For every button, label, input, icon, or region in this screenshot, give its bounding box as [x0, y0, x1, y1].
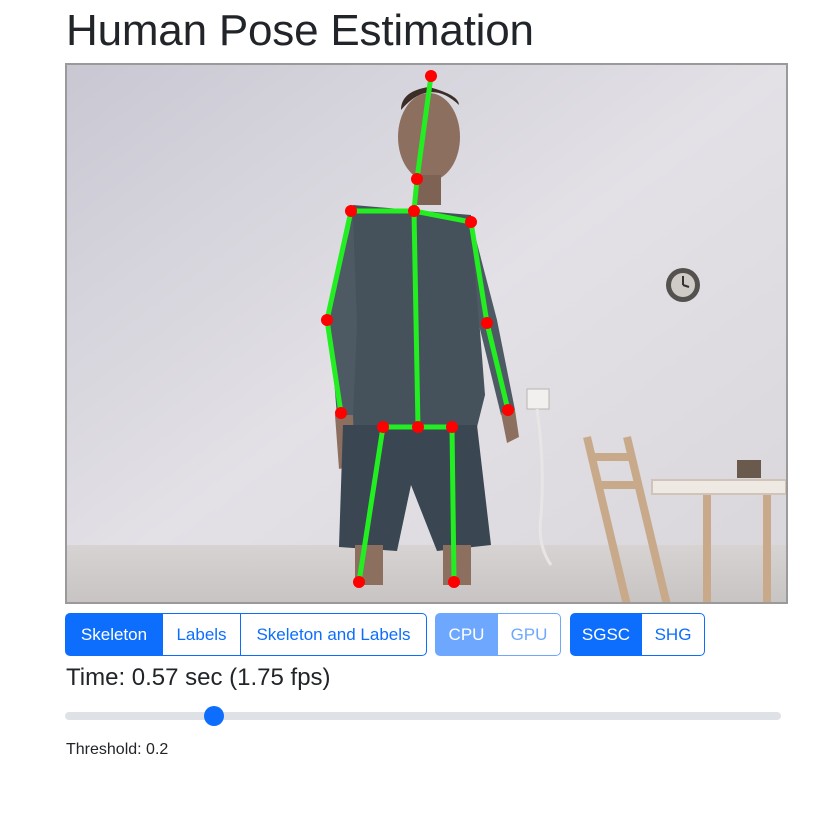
- floor: [67, 545, 786, 602]
- threshold-slider-track[interactable]: [65, 712, 781, 720]
- skeleton-and-labels-button[interactable]: Skeleton and Labels: [240, 613, 427, 656]
- device-group: CPU GPU: [435, 613, 561, 656]
- view-mode-group: Skeleton Labels Skeleton and Labels: [65, 613, 427, 656]
- labels-button[interactable]: Labels: [162, 613, 241, 656]
- skeleton-button[interactable]: Skeleton: [65, 613, 163, 656]
- shg-button[interactable]: SHG: [641, 613, 705, 656]
- model-group: SGSC SHG: [570, 613, 705, 656]
- small-object: [737, 460, 761, 478]
- gpu-button[interactable]: GPU: [497, 613, 561, 656]
- pose-overlay: [67, 65, 786, 602]
- timing-readout: Time: 0.57 sec (1.75 fps): [66, 664, 331, 691]
- wall-clock-icon: [666, 268, 700, 302]
- threshold-slider-thumb[interactable]: [204, 706, 224, 726]
- camera-feed: [65, 63, 788, 604]
- threshold-label: Threshold: 0.2: [66, 741, 169, 758]
- sgsc-button[interactable]: SGSC: [570, 613, 642, 656]
- page-title: Human Pose Estimation: [66, 6, 534, 55]
- cpu-button[interactable]: CPU: [435, 613, 498, 656]
